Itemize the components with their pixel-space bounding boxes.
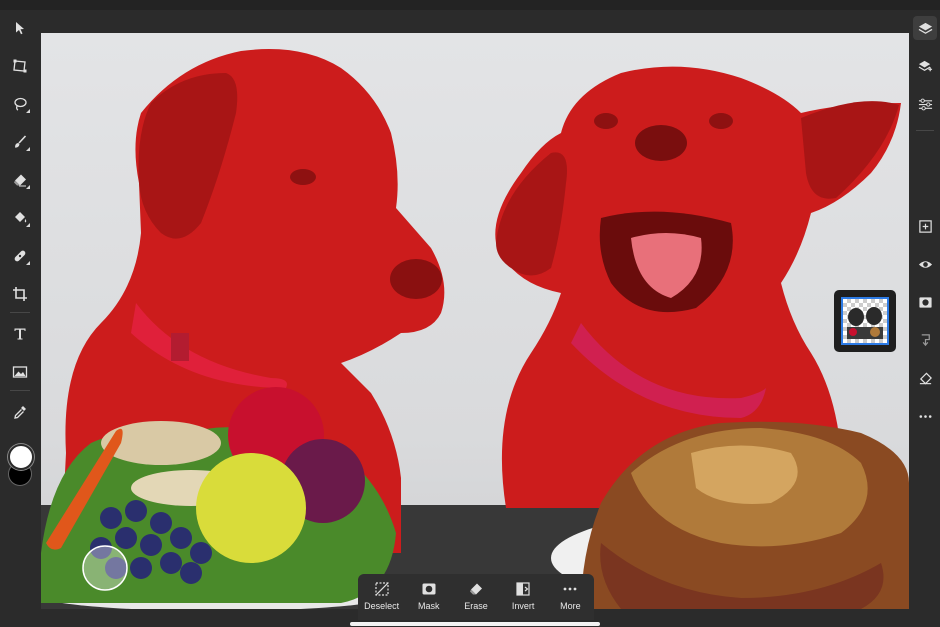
document-canvas[interactable] (41, 33, 909, 609)
healing-tool[interactable] (8, 244, 32, 268)
deselect-label: Deselect (364, 601, 400, 611)
deselect-icon (374, 582, 389, 596)
deselect-button[interactable]: Deselect (360, 581, 404, 611)
crop-tool[interactable] (8, 282, 32, 306)
invert-icon (516, 582, 530, 596)
crop-icon (13, 287, 27, 301)
plus-square-icon (918, 219, 932, 233)
arrow-cursor-icon (16, 22, 24, 35)
home-indicator (350, 622, 600, 626)
transform-tool[interactable] (8, 54, 32, 78)
eraser-icon (14, 174, 26, 187)
more-options-button[interactable] (913, 404, 937, 428)
select-tool[interactable] (8, 16, 32, 40)
ellipsis-icon (563, 587, 577, 591)
erase-button[interactable]: Erase (454, 581, 498, 611)
layer-thumbnail-preview (841, 297, 889, 345)
layers-button[interactable] (913, 16, 937, 40)
sliders-icon (918, 98, 932, 110)
selection-context-bar: Deselect Mask Erase Invert More (358, 574, 594, 620)
eye-icon (918, 260, 932, 268)
layers-icon (918, 22, 932, 34)
eraser-tool[interactable] (8, 168, 32, 192)
layer-properties-button[interactable] (913, 54, 937, 78)
more-button[interactable]: More (548, 581, 592, 611)
layer-stack-icon (918, 60, 932, 71)
dog-photo-with-selection (41, 49, 909, 609)
toolbar-divider (916, 130, 934, 131)
brush-tool[interactable] (8, 130, 32, 154)
paint-bucket-icon (15, 212, 27, 223)
ellipsis-icon (919, 414, 931, 418)
transform-icon (13, 59, 27, 73)
toolbar-divider (10, 390, 30, 391)
type-icon (14, 328, 26, 340)
more-label: More (560, 601, 581, 611)
lasso-tool[interactable] (8, 92, 32, 116)
place-image-tool[interactable] (8, 360, 32, 384)
invert-label: Invert (511, 601, 535, 611)
eyedropper-tool[interactable] (8, 400, 32, 424)
merge-icon (921, 333, 930, 346)
add-layer-button[interactable] (913, 214, 937, 238)
toolbar-divider (10, 312, 30, 313)
type-tool[interactable] (8, 322, 32, 346)
mask-label: Mask (418, 601, 440, 611)
left-toolbar (0, 10, 40, 627)
right-toolbar (910, 10, 940, 627)
clear-button[interactable] (913, 366, 937, 390)
mask-action-button[interactable]: Mask (407, 581, 451, 611)
lasso-icon (14, 97, 27, 111)
mask-icon (918, 296, 932, 308)
mask-button[interactable] (913, 290, 937, 314)
eraser-icon (919, 371, 932, 385)
image-icon (12, 366, 28, 378)
adjustments-button[interactable] (913, 92, 937, 116)
mask-icon (422, 583, 436, 595)
eyedropper-icon (14, 406, 26, 419)
fill-tool[interactable] (8, 206, 32, 230)
foreground-color-swatch[interactable] (8, 444, 34, 470)
layer-thumbnail[interactable] (834, 290, 896, 352)
eraser-icon (469, 583, 482, 595)
invert-button[interactable]: Invert (501, 581, 545, 611)
merge-button[interactable] (913, 328, 937, 352)
top-bar (0, 0, 940, 10)
erase-label: Erase (464, 601, 488, 611)
brush-icon (15, 135, 27, 148)
bandage-icon (14, 250, 26, 262)
visibility-button[interactable] (913, 252, 937, 276)
